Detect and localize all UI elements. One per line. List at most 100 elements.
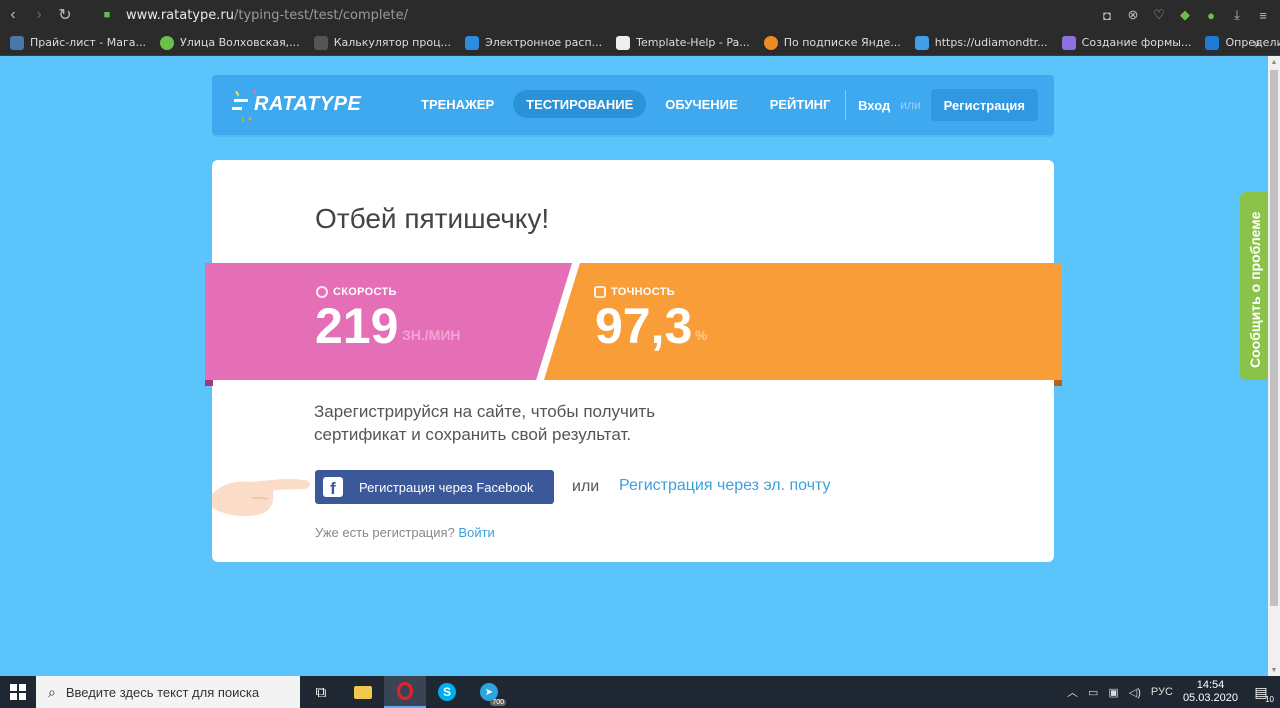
reload-icon[interactable]: ↻ [52, 0, 78, 30]
network-icon[interactable]: ▣ [1108, 686, 1118, 699]
facebook-register-button[interactable]: f Регистрация через Facebook [315, 470, 554, 504]
close-circle-icon[interactable]: ⊗ [1124, 6, 1142, 24]
nav-testing[interactable]: ТЕСТИРОВАНИЕ [513, 90, 647, 118]
band-fold-left [205, 380, 213, 386]
bookmark-favicon-icon [313, 35, 328, 50]
windows-start-icon[interactable] [0, 676, 36, 708]
search-icon: ⌕ [48, 683, 56, 700]
bookmark-label: Электронное расп... [485, 36, 603, 49]
opera-icon[interactable] [384, 676, 426, 708]
bookmark-label: Калькулятор проц... [333, 36, 452, 49]
skype-icon[interactable]: S [426, 676, 468, 708]
bookmark-label: По подписке Янде... [783, 36, 901, 49]
bookmark-favicon-icon [10, 35, 24, 50]
browser-toolbar: ‹ › ↻ ■ www.ratatype.ru/typing-test/test… [0, 0, 1280, 30]
bookmark-label: https://udiamondtr... [934, 36, 1048, 49]
register-prompt-line: Зарегистрируйся на сайте, чтобы получить [314, 402, 656, 421]
bookmarks-bar: Прайс-лист - Мага... Улица Волховская,..… [0, 30, 1280, 56]
facebook-icon: f [323, 477, 343, 497]
bookmark-item[interactable]: Template-Help - Pa... [616, 35, 750, 50]
nav-trainer[interactable]: ТРЕНАЖЕР [408, 90, 507, 118]
taskbar-search[interactable]: ⌕ Введите здесь текст для поиска [36, 676, 300, 708]
telegram-badge: 700 [490, 699, 506, 706]
page-scrollbar[interactable]: ▲ ▼ [1268, 56, 1280, 676]
file-explorer-icon[interactable] [342, 676, 384, 708]
address-bar[interactable]: www.ratatype.ru/typing-test/test/complet… [126, 8, 408, 23]
forward-icon[interactable]: › [26, 0, 52, 30]
bookmark-label: Template-Help - Pa... [636, 36, 750, 49]
bookmark-item[interactable]: Электронное расп... [465, 35, 603, 50]
auth-area: Вход или Регистрация [845, 89, 1038, 121]
menu-icon[interactable]: ≡ [1254, 6, 1272, 24]
band-separator [536, 263, 580, 380]
battery-icon[interactable]: ▭ [1088, 686, 1098, 699]
bookmark-item[interactable]: https://udiamondtr... [914, 35, 1048, 50]
windows-taskbar: ⌕ Введите здесь текст для поиска ⧉ S ➤ 70… [0, 676, 1280, 708]
bookmark-item[interactable]: Создание формы... [1061, 35, 1192, 50]
extension-icon[interactable]: ● [1202, 6, 1220, 24]
tray-chevron-icon[interactable]: ︿ [1067, 684, 1078, 700]
scroll-up-icon[interactable]: ▲ [1268, 56, 1280, 68]
already-registered: Уже есть регистрация? Войти [315, 525, 495, 540]
scroll-thumb[interactable] [1270, 70, 1278, 606]
nav-learning[interactable]: ОБУЧЕНИЕ [652, 90, 750, 118]
clock-time: 14:54 [1196, 679, 1225, 691]
speed-value: 219 [315, 298, 399, 354]
camera-icon[interactable]: ◘ [1098, 6, 1116, 24]
download-icon[interactable]: ⤓ [1228, 6, 1246, 24]
already-registered-text: Уже есть регистрация? [315, 525, 455, 540]
bookmark-label: Создание формы... [1081, 36, 1192, 49]
volume-icon[interactable]: ◁) [1129, 686, 1141, 699]
bookmark-item[interactable]: По подписке Янде... [763, 35, 901, 50]
search-placeholder: Введите здесь текст для поиска [65, 684, 260, 700]
register-prompt-line: сертификат и сохранить свой результат. [314, 425, 632, 444]
bookmark-favicon-icon [1205, 35, 1220, 50]
bookmark-item[interactable]: Прайс-лист - Мага... [10, 35, 146, 50]
bookmark-label: Улица Волховская,... [180, 36, 300, 49]
bookmark-favicon-icon [160, 35, 174, 50]
task-view-icon[interactable]: ⧉ [300, 676, 342, 708]
band-fold-right [1054, 380, 1062, 386]
bookmark-favicon-icon [763, 35, 778, 50]
pointing-hand-icon [212, 478, 310, 516]
heart-icon[interactable]: ♡ [1150, 6, 1168, 24]
accuracy-unit: % [695, 327, 708, 343]
facebook-button-label: Регистрация через Facebook [359, 479, 534, 495]
nav-rating[interactable]: РЕЙТИНГ [757, 90, 844, 118]
accuracy-value: 97,3 [595, 298, 693, 354]
bookmark-label: Прайс-лист - Мага... [30, 36, 146, 49]
bookmark-item[interactable]: Калькулятор проц... [313, 35, 452, 50]
scroll-down-icon[interactable]: ▼ [1268, 664, 1280, 676]
notifications-count: 10 [1265, 695, 1274, 704]
language-indicator[interactable]: РУС [1151, 686, 1173, 698]
bookmark-favicon-icon [616, 35, 631, 50]
register-button[interactable]: Регистрация [930, 89, 1038, 121]
bookmark-favicon-icon [1061, 35, 1076, 50]
bookmark-item[interactable]: Определить CMS с... [1205, 35, 1280, 50]
or-separator: или [900, 98, 921, 112]
lock-icon: ■ [103, 9, 111, 21]
notifications-icon[interactable]: ▤ 10 [1248, 676, 1274, 708]
register-prompt: Зарегистрируйся на сайте, чтобы получить… [314, 400, 734, 446]
login-link[interactable]: Вход [858, 98, 890, 113]
page-title: Отбей пятишечку! [315, 203, 550, 234]
bookmark-item[interactable]: Улица Волховская,... [160, 35, 300, 50]
header-divider [845, 90, 847, 120]
speed-unit: ЗН./МИН [402, 327, 461, 343]
telegram-icon[interactable]: ➤ 700 [468, 676, 510, 708]
login-link[interactable]: Войти [458, 525, 494, 540]
url-path: /typing-test/test/complete/ [233, 7, 408, 23]
main-nav: ТРЕНАЖЕР ТЕСТИРОВАНИЕ ОБУЧЕНИЕ РЕЙТИНГ [408, 90, 843, 118]
ratatype-logo[interactable]: RATATYPE [232, 87, 372, 123]
url-host: www.ratatype.ru [126, 7, 234, 23]
report-problem-label: Сообщить о проблеме [1247, 211, 1263, 368]
site-header: RATATYPE ТРЕНАЖЕР ТЕСТИРОВАНИЕ ОБУЧЕНИЕ … [212, 75, 1054, 135]
system-clock[interactable]: 14:54 05.03.2020 [1183, 679, 1238, 705]
back-icon[interactable]: ‹ [0, 0, 26, 30]
system-tray: ︿ ▭ ▣ ◁) РУС 14:54 05.03.2020 ▤ 10 [1067, 676, 1280, 708]
shield-icon[interactable]: ◆ [1176, 6, 1194, 24]
clock-date: 05.03.2020 [1182, 692, 1238, 704]
email-register-link[interactable]: Регистрация через эл. почту [619, 477, 831, 495]
bookmark-favicon-icon [914, 35, 929, 50]
bookmarks-overflow-icon[interactable]: » [1253, 35, 1260, 50]
